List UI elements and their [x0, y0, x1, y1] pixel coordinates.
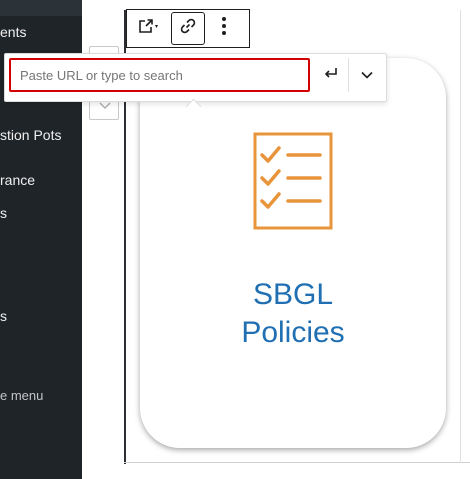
link-settings-toggle[interactable] [350, 58, 384, 92]
open-in-new-tab-button[interactable] [127, 10, 171, 47]
link-button[interactable] [171, 12, 205, 45]
submit-link-button[interactable] [313, 58, 349, 92]
sidebar-item-partial-2[interactable]: s [0, 205, 7, 221]
block-toolbar [126, 9, 250, 48]
url-search-input[interactable] [9, 58, 310, 92]
sidebar-item-question-pots[interactable]: stion Pots [0, 127, 61, 143]
card-title-line-2: Policies [241, 316, 345, 349]
card-title: SBGL Policies [140, 276, 446, 352]
collapse-menu-button[interactable]: e menu [0, 388, 43, 403]
link-icon [180, 18, 196, 39]
canvas-bottom-border [124, 462, 470, 463]
chevron-down-icon [361, 66, 373, 84]
link-popover [4, 53, 387, 115]
checklist-icon [252, 131, 334, 236]
more-options-button[interactable] [205, 10, 243, 47]
sidebar-item-partial-3[interactable]: s [0, 308, 7, 324]
kebab-icon [221, 16, 227, 41]
card-title-line-1: SBGL [252, 278, 334, 311]
canvas-right-border [460, 10, 461, 463]
policy-card[interactable]: SBGL Policies [140, 58, 446, 448]
external-link-icon [137, 18, 161, 39]
sidebar-item-comments[interactable]: ents [0, 24, 26, 40]
sidebar-item-insurance[interactable]: rance [0, 172, 35, 188]
sidebar-top-band [0, 0, 82, 16]
enter-icon [323, 66, 339, 85]
